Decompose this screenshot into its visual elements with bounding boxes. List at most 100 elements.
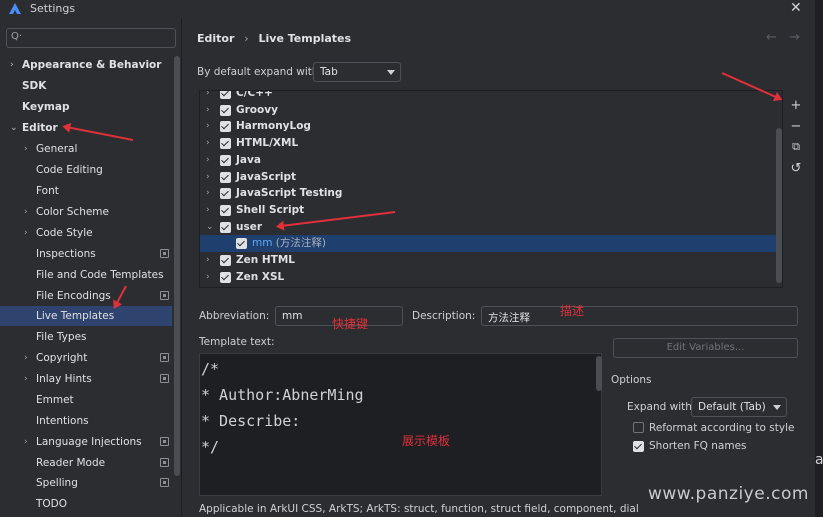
sidebar-item-inspections[interactable]: Inspections [0, 244, 172, 264]
sidebar-item-label: Inspections [36, 248, 96, 260]
sidebar-item-inlay-hints[interactable]: › Inlay Hints [0, 369, 172, 389]
enabled-checkbox[interactable] [220, 271, 231, 283]
chevron-right-icon[interactable]: › [206, 135, 210, 152]
chevron-right-icon[interactable]: › [24, 348, 34, 368]
edit-variables-button[interactable]: Edit Variables... [613, 338, 798, 358]
template-label: JavaScript Testing [236, 187, 343, 200]
template-group[interactable]: › HarmonyLog [200, 118, 780, 135]
enabled-checkbox[interactable] [220, 255, 231, 266]
chevron-right-icon[interactable]: › [206, 91, 210, 102]
sidebar-item-file-types[interactable]: File Types [0, 327, 172, 347]
enabled-checkbox[interactable] [236, 238, 247, 250]
editor-scrollbar[interactable] [596, 356, 602, 391]
template-group[interactable]: › C/C++ [200, 91, 780, 102]
app-logo-icon [9, 3, 21, 14]
template-group[interactable]: › Shell Script [200, 202, 780, 219]
sidebar-item-general[interactable]: › General [0, 139, 172, 159]
sidebar-item-todo[interactable]: TODO [0, 494, 172, 514]
sidebar-item-keymap[interactable]: Keymap [0, 97, 172, 117]
add-icon[interactable]: + [789, 98, 803, 113]
sidebar-item-editor[interactable]: ⌄ Editor [0, 118, 172, 138]
template-item[interactable]: mm (方法注释) [200, 235, 780, 253]
template-group[interactable]: › HTML/XML [200, 135, 780, 152]
sidebar-item-copyright[interactable]: › Copyright [0, 348, 172, 368]
applicable-contexts[interactable]: Applicable in ArkUI CSS, ArkTS; ArkTS: s… [199, 503, 639, 515]
sidebar-item-spelling[interactable]: Spelling [0, 473, 172, 493]
chevron-right-icon[interactable]: › [206, 169, 210, 186]
chevron-right-icon[interactable]: › [206, 102, 210, 119]
sidebar-scrollbar[interactable] [174, 56, 180, 476]
breadcrumb-parent[interactable]: Editor [197, 32, 234, 45]
sidebar-item-file-encodings[interactable]: File Encodings [0, 286, 172, 306]
code-line: * Author:AbnerMing [201, 386, 364, 404]
enabled-checkbox[interactable] [220, 204, 231, 216]
template-group[interactable]: › Groovy [200, 102, 780, 119]
chevron-right-icon[interactable]: › [206, 152, 210, 169]
chevron-right-icon[interactable]: › [206, 118, 210, 135]
sidebar-item-appearance-behavior[interactable]: › Appearance & Behavior [0, 55, 172, 75]
sidebar-item-live-templates[interactable]: Live Templates [0, 306, 172, 326]
template-group[interactable]: ⌄ user [200, 219, 780, 236]
sidebar-item-file-and-code-templates[interactable]: File and Code Templates [0, 265, 172, 285]
template-label: Zen HTML [236, 254, 295, 266]
description-label: Description: [412, 310, 476, 322]
watermark: www.panziye.com [648, 484, 809, 504]
template-label: mm (方法注释) [252, 237, 326, 250]
enabled-checkbox[interactable] [220, 91, 231, 99]
sidebar-item-label: Appearance & Behavior [22, 59, 162, 71]
template-text-editor[interactable]: /* * Author:AbnerMing * Describe: */ [199, 353, 602, 496]
enabled-checkbox[interactable] [220, 171, 231, 183]
reformat-checkbox[interactable] [633, 422, 644, 433]
sidebar-item-sdk[interactable]: SDK [0, 76, 172, 96]
sidebar-item-label: Spelling [36, 477, 78, 489]
enabled-checkbox[interactable] [220, 138, 231, 150]
sidebar-item-language-injections[interactable]: › Language Injections [0, 432, 172, 452]
sidebar-item-label: Emmet [36, 394, 74, 406]
copy-icon[interactable]: ⧉ [789, 140, 803, 154]
template-list-scrollbar[interactable] [776, 128, 782, 283]
enabled-checkbox[interactable] [220, 104, 231, 116]
chevron-right-icon[interactable]: › [24, 369, 34, 389]
template-group[interactable]: › JavaScript Testing [200, 185, 780, 202]
template-group[interactable]: › Java [200, 152, 780, 169]
template-group[interactable]: › Zen XSL [200, 269, 780, 286]
sidebar-item-code-style[interactable]: › Code Style [0, 223, 172, 243]
chevron-down-icon[interactable]: ⌄ [206, 219, 214, 236]
undo-icon[interactable]: ↺ [789, 161, 803, 176]
expand-select[interactable]: Tab [313, 62, 401, 82]
template-group[interactable]: › Zen HTML [200, 252, 780, 269]
sidebar-item-intentions[interactable]: Intentions [0, 411, 172, 431]
sidebar-item-color-scheme[interactable]: › Color Scheme [0, 202, 172, 222]
chevron-right-icon[interactable]: › [24, 202, 34, 222]
shorten-fq-checkbox[interactable] [633, 441, 644, 452]
description-field[interactable]: 方法注释 [481, 306, 798, 326]
chevron-right-icon[interactable]: › [206, 269, 210, 286]
chevron-right-icon[interactable]: › [10, 55, 20, 75]
chevron-right-icon[interactable]: › [206, 185, 210, 202]
sidebar-item-font[interactable]: Font [0, 181, 172, 201]
remove-icon[interactable]: − [789, 119, 803, 134]
sidebar-item-code-editing[interactable]: Code Editing [0, 160, 172, 180]
chevron-right-icon[interactable]: › [206, 252, 210, 269]
enabled-checkbox[interactable] [220, 188, 231, 200]
enabled-checkbox[interactable] [220, 221, 231, 233]
chevron-down-icon[interactable]: ⌄ [10, 118, 20, 138]
enabled-checkbox[interactable] [220, 154, 231, 166]
template-label: Java [236, 153, 261, 166]
options-expand-select[interactable]: Default (Tab) [691, 397, 787, 417]
forward-arrow-icon[interactable]: → [789, 30, 800, 45]
close-icon[interactable]: ✕ [790, 0, 802, 16]
search-input[interactable]: Q· [6, 28, 176, 48]
enabled-checkbox[interactable] [220, 121, 231, 133]
sidebar-item-emmet[interactable]: Emmet [0, 390, 172, 410]
side-char: a [815, 452, 823, 468]
chevron-right-icon[interactable]: › [24, 223, 34, 243]
template-group[interactable]: › JavaScript [200, 169, 780, 186]
back-arrow-icon[interactable]: ← [766, 30, 777, 45]
chevron-right-icon[interactable]: › [24, 139, 34, 159]
sidebar-item-reader-mode[interactable]: Reader Mode [0, 453, 172, 473]
code-line: * Describe: [201, 412, 301, 430]
chevron-right-icon[interactable]: › [24, 432, 34, 452]
abbreviation-value: mm [282, 310, 303, 322]
chevron-right-icon[interactable]: › [206, 202, 210, 219]
